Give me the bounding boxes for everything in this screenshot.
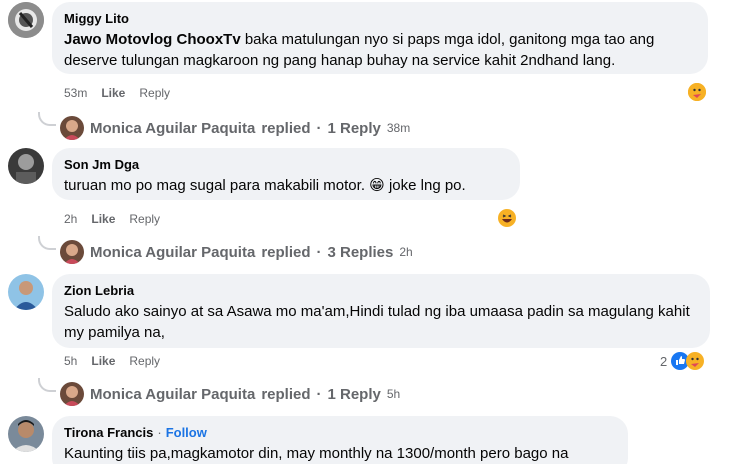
like-button[interactable]: Like — [91, 212, 115, 226]
comment-bubble: Zion Lebria Saludo ako sainyo at sa Asaw… — [52, 274, 710, 348]
comment-author[interactable]: Miggy Lito — [64, 10, 696, 27]
reply-count: 1 Reply — [327, 385, 381, 403]
replier-avatar — [60, 382, 84, 406]
comment-bubble: Miggy Lito Jawo Motovlog ChooxTv baka ma… — [52, 2, 708, 74]
avatar[interactable] — [8, 274, 44, 310]
care-reaction-icon[interactable] — [688, 83, 706, 101]
reply-count: 1 Reply — [327, 119, 381, 137]
replier-avatar — [60, 116, 84, 140]
replied-label: replied — [261, 385, 311, 403]
reply-time: 2h — [399, 245, 413, 259]
reply-button[interactable]: Reply — [139, 86, 170, 100]
thread-connector — [38, 112, 56, 126]
comment-bubble: Tirona Francis · Follow Kaunting tiis pa… — [52, 416, 628, 464]
replier-name: Monica Aguilar Paquita — [90, 385, 256, 403]
replier-name: Monica Aguilar Paquita — [90, 119, 256, 137]
mention-link[interactable]: Jawo Motovlog ChooxTv — [64, 31, 241, 48]
author-name[interactable]: Tirona Francis — [64, 424, 153, 441]
haha-reaction-icon[interactable] — [498, 209, 516, 227]
comment-author[interactable]: Zion Lebria — [64, 282, 698, 299]
view-replies[interactable]: Monica Aguilar Paquita replied · 3 Repli… — [60, 240, 413, 264]
comment-author[interactable]: Son Jm Dga — [64, 156, 508, 173]
reply-button[interactable]: Reply — [129, 354, 160, 368]
thread-connector — [38, 378, 56, 392]
like-button[interactable]: Like — [101, 86, 125, 100]
replied-label: replied — [261, 119, 311, 137]
separator: · — [316, 119, 322, 137]
comment-actions: 5h Like Reply — [64, 354, 160, 368]
comment-author: Tirona Francis · Follow — [64, 424, 616, 441]
view-replies[interactable]: Monica Aguilar Paquita replied · 1 Reply… — [60, 382, 400, 406]
avatar[interactable] — [8, 416, 44, 452]
comment-actions: 53m Like Reply — [64, 86, 170, 100]
replier-name: Monica Aguilar Paquita — [90, 243, 256, 261]
comment-actions: 2h Like Reply — [64, 212, 160, 226]
avatar[interactable] — [8, 2, 44, 38]
reply-time: 38m — [386, 121, 411, 135]
like-button[interactable]: Like — [91, 354, 115, 368]
reaction-count[interactable]: 2 — [660, 354, 667, 369]
thread-connector — [38, 236, 56, 250]
view-replies[interactable]: Monica Aguilar Paquita replied · 1 Reply… — [60, 116, 410, 140]
replied-label: replied — [261, 243, 311, 261]
reply-time: 5h — [386, 387, 401, 401]
comment-time[interactable]: 2h — [64, 212, 77, 226]
comment-text: Jawo Motovlog ChooxTv baka matulungan ny… — [64, 31, 655, 69]
comment-text: Kaunting tiis pa,magkamotor din, may mon… — [64, 445, 569, 462]
avatar[interactable] — [8, 148, 44, 184]
replier-avatar — [60, 240, 84, 264]
comment-text: turuan mo po mag sugal para makabili mot… — [64, 177, 466, 194]
separator: · — [316, 385, 322, 403]
separator: · — [316, 243, 322, 261]
comment-time[interactable]: 5h — [64, 354, 77, 368]
comment-bubble: Son Jm Dga turuan mo po mag sugal para m… — [52, 148, 520, 200]
separator: · — [157, 425, 162, 440]
reply-count: 3 Replies — [327, 243, 394, 261]
follow-button[interactable]: Follow — [166, 424, 207, 441]
reply-button[interactable]: Reply — [129, 212, 160, 226]
comment-time[interactable]: 53m — [64, 86, 87, 100]
care-reaction-icon[interactable] — [686, 352, 704, 370]
comment-text: Saludo ako sainyo at sa Asawa mo ma'am,H… — [64, 303, 690, 341]
